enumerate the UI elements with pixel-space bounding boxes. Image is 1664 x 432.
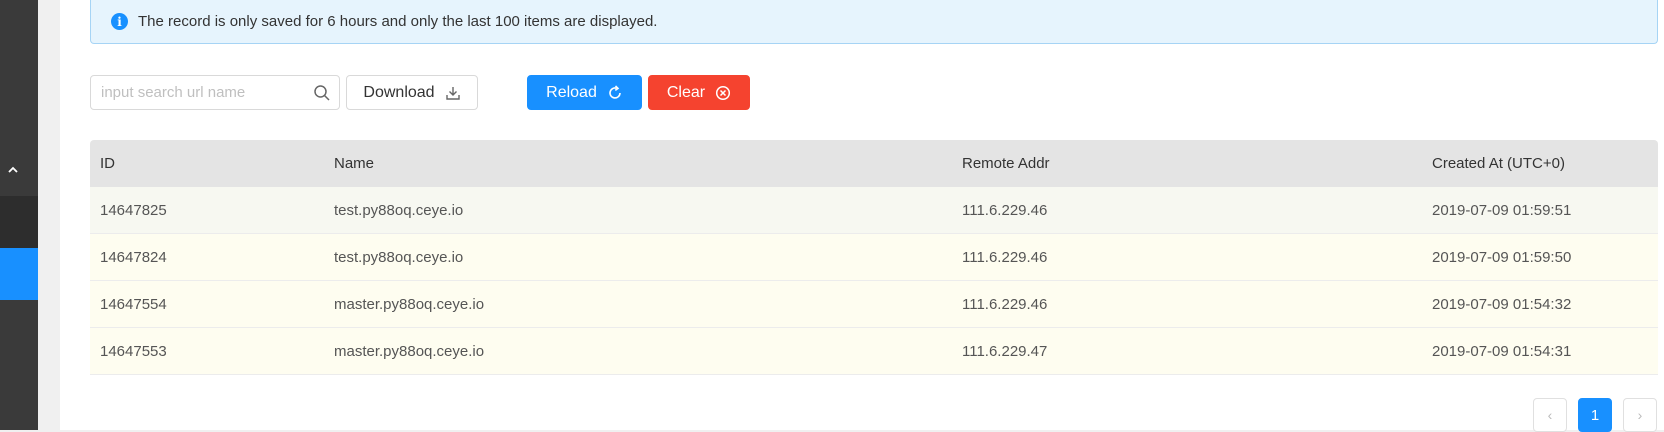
info-alert: i The record is only saved for 6 hours a… [90,0,1658,44]
column-header-name[interactable]: Name [324,155,952,172]
cell-created-at: 2019-07-09 01:59:51 [1432,201,1572,219]
cell-id: 14647825 [100,201,167,219]
chevron-right-icon: › [1637,407,1643,423]
column-header-id[interactable]: ID [90,155,324,172]
sidebar [0,0,38,430]
cell-name: test.py88oq.ceye.io [334,248,464,266]
info-icon: i [111,13,128,30]
sidebar-item[interactable] [0,196,38,248]
download-button[interactable]: Download [346,75,478,110]
sidebar-item-active[interactable] [0,248,38,300]
cell-name: master.py88oq.ceye.io [334,295,485,313]
table-row[interactable]: 14647824 test.py88oq.ceye.io 111.6.229.4… [90,234,1658,281]
search-input[interactable] [91,76,301,109]
reload-button[interactable]: Reload [527,75,642,110]
cell-name: test.py88oq.ceye.io [334,201,464,219]
cell-remote-addr: 111.6.229.46 [962,295,1048,313]
pagination-page-1[interactable]: 1 [1578,398,1612,432]
cell-created-at: 2019-07-09 01:59:50 [1432,248,1572,266]
chevron-left-icon: ‹ [1547,407,1553,423]
clear-button[interactable]: Clear [648,75,750,110]
alert-message: The record is only saved for 6 hours and… [138,13,658,30]
cell-created-at: 2019-07-09 01:54:31 [1432,342,1572,360]
column-header-created-at[interactable]: Created At (UTC+0) [1422,155,1658,172]
table-row[interactable]: 14647553 master.py88oq.ceye.io 111.6.229… [90,328,1658,375]
table-row[interactable]: 14647554 master.py88oq.ceye.io 111.6.229… [90,281,1658,328]
close-circle-icon [716,85,731,100]
column-header-remote-addr[interactable]: Remote Addr [952,155,1422,172]
pagination-next-button[interactable]: › [1623,398,1657,432]
cell-created-at: 2019-07-09 01:54:32 [1432,295,1572,313]
table-header: ID Name Remote Addr Created At (UTC+0) [90,140,1658,187]
search-box [90,75,340,110]
reload-icon [609,84,621,99]
cell-id: 14647554 [100,295,167,313]
table-row[interactable]: 14647825 test.py88oq.ceye.io 111.6.229.4… [90,187,1658,234]
pagination-prev-button[interactable]: ‹ [1533,398,1567,432]
cell-id: 14647824 [100,248,167,266]
reload-label: Reload [546,83,597,101]
cell-id: 14647553 [100,342,167,360]
download-icon [445,86,460,100]
search-icon[interactable] [313,84,331,102]
cell-remote-addr: 111.6.229.46 [962,248,1048,266]
clear-label: Clear [666,83,706,101]
download-label: Download [363,83,435,101]
cell-remote-addr: 111.6.229.47 [962,342,1048,360]
chevron-up-icon[interactable] [0,158,26,182]
records-table: ID Name Remote Addr Created At (UTC+0) 1… [90,140,1658,375]
cell-remote-addr: 111.6.229.46 [962,201,1048,219]
cell-name: master.py88oq.ceye.io [334,342,485,360]
